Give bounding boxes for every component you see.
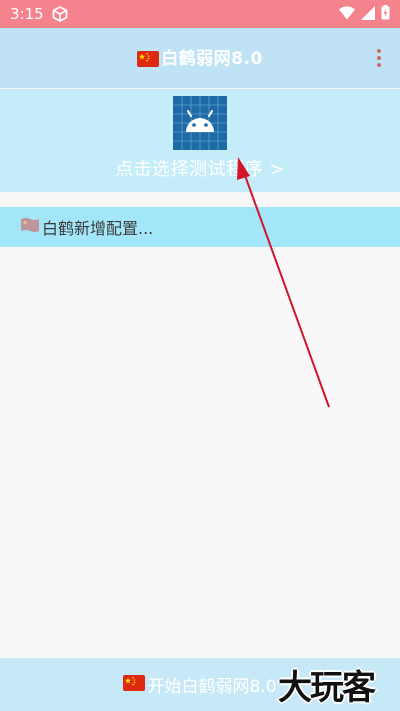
- signal-icon: [361, 5, 375, 24]
- battery-icon: [381, 4, 390, 24]
- app-title: 白鹤弱网8.0: [161, 49, 263, 69]
- more-vert-dot: [377, 56, 381, 60]
- status-bar: 3:15: [0, 0, 400, 28]
- app-title-wrap: 白鹤弱网8.0: [137, 44, 263, 72]
- status-time: 3:15: [10, 5, 44, 23]
- android-app-icon: [173, 96, 227, 150]
- app-bar: 白鹤弱网8.0: [0, 28, 400, 88]
- watermark-logo: 大玩客: [278, 668, 376, 708]
- config-list-area: [0, 247, 400, 658]
- cube-icon: [52, 6, 68, 22]
- add-config-item[interactable]: 白鹤新增配置...: [0, 207, 400, 247]
- china-flag-icon: [137, 51, 160, 72]
- start-button-label: 开始白鹤弱网8.0: [147, 677, 277, 697]
- china-flag-icon: [20, 217, 40, 237]
- select-test-app-label: 点击选择测试程序 >: [115, 159, 285, 180]
- more-vert-icon: [377, 49, 381, 53]
- wifi-icon: [339, 5, 355, 24]
- more-vert-dot: [377, 63, 381, 67]
- china-flag-icon: [123, 674, 146, 695]
- add-config-label: 白鹤新增配置...: [42, 219, 154, 238]
- select-test-app-button[interactable]: 点击选择测试程序 >: [0, 89, 400, 192]
- more-options-button[interactable]: [372, 44, 386, 72]
